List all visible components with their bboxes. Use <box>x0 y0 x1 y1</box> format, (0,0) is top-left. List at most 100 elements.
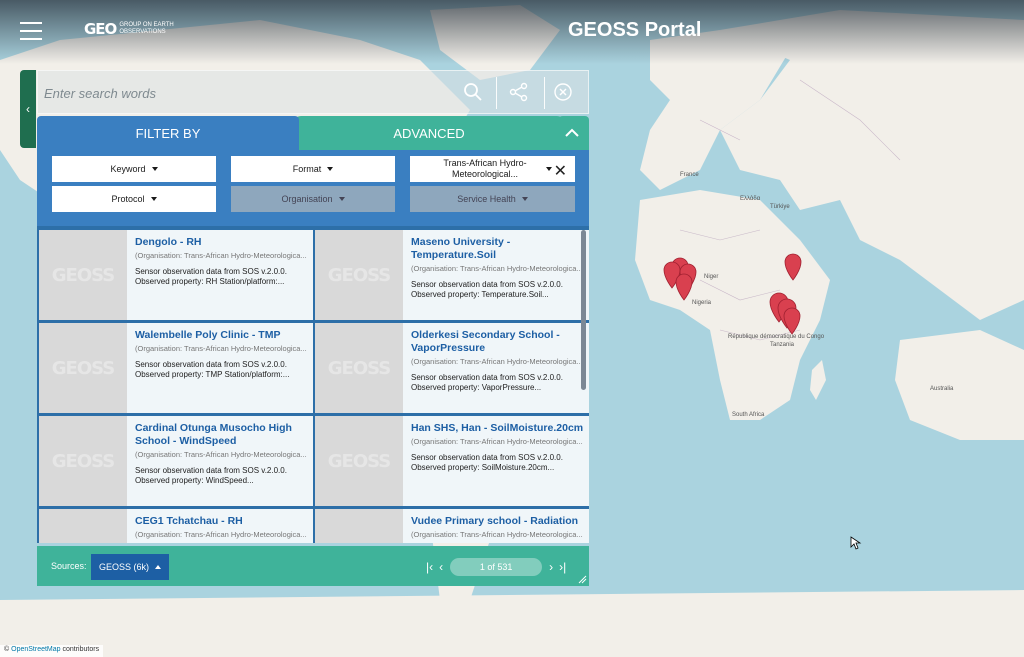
resize-handle-icon[interactable] <box>577 574 587 584</box>
result-organisation: (Organisation: Trans-African Hydro-Meteo… <box>135 251 307 260</box>
geo-logo[interactable]: GEO GROUP ON EARTH OBSERVATIONS <box>84 20 189 38</box>
result-desc-line: Observed property: TMP Station/platform:… <box>135 370 290 379</box>
keyword-filter[interactable]: Keyword <box>52 156 216 182</box>
result-title[interactable]: Dengolo - RH <box>135 236 309 249</box>
result-description: Sensor observation data from SOS v.2.0.0… <box>411 453 585 473</box>
organisation-selected-filter[interactable]: Trans-African Hydro-Meteorological... ✕ <box>410 156 575 182</box>
filter-controls: Keyword Format Trans-African Hydro-Meteo… <box>37 150 589 226</box>
caret-down-icon <box>150 197 157 201</box>
organisation-filter-label: Organisation <box>281 194 333 204</box>
result-card[interactable]: GEOSS Han SHS, Han - SoilMoisture.20cm (O… <box>315 416 589 506</box>
map-label-australia: Australia <box>930 386 954 392</box>
menu-icon[interactable] <box>20 22 42 40</box>
result-organisation: (Organisation: Trans-African Hydro-Meteo… <box>411 437 583 446</box>
result-thumbnail: GEOSS <box>39 509 127 543</box>
caret-down-icon <box>521 197 528 201</box>
separator <box>496 77 497 109</box>
result-desc-line: Sensor observation data from SOS v.2.0.0… <box>135 466 287 475</box>
search-icon[interactable] <box>462 81 484 103</box>
caret-down-icon <box>546 167 552 171</box>
result-desc-line: Sensor observation data from SOS v.2.0.0… <box>135 267 287 276</box>
result-card[interactable]: GEOSS Olderkesi Secondary School - Vapor… <box>315 323 589 413</box>
caret-down-icon <box>338 197 345 201</box>
caret-up-icon <box>155 565 161 569</box>
result-title[interactable]: CEG1 Tchatchau - RH <box>135 515 309 528</box>
map-label-drc: République démocratique du Congo <box>728 334 825 340</box>
protocol-filter[interactable]: Protocol <box>52 186 216 212</box>
result-organisation: (Organisation: Trans-African Hydro-Meteo… <box>411 264 583 273</box>
results-scrollbar[interactable] <box>581 230 586 390</box>
result-title[interactable]: Maseno University - Temperature.Soil <box>411 236 585 262</box>
result-description: Sensor observation data from SOS v.2.0.0… <box>135 360 309 380</box>
filter-tabs: ADVANCED FILTER BY <box>37 116 589 150</box>
result-thumbnail: GEOSS <box>315 509 403 543</box>
result-card[interactable]: GEOSS Walembelle Poly Clinic - TMP (Organ… <box>39 323 313 413</box>
last-page-icon[interactable]: ›| <box>559 560 566 574</box>
mouse-cursor-icon <box>850 536 862 550</box>
panel-collapse-tab[interactable]: ‹ <box>20 70 36 148</box>
clear-filter-icon[interactable]: ✕ <box>554 161 567 181</box>
result-desc-line: Sensor observation data from SOS v.2.0.0… <box>135 360 287 369</box>
sources-button[interactable]: GEOSS (6k) <box>91 554 169 580</box>
page-indicator: 1 of 531 <box>450 558 543 576</box>
result-organisation: (Organisation: Trans-African Hydro-Meteo… <box>135 530 307 539</box>
result-card[interactable]: GEOSS Maseno University - Temperature.So… <box>315 230 589 320</box>
format-filter[interactable]: Format <box>231 156 395 182</box>
map-attribution: © OpenStreetMap contributors <box>0 645 104 657</box>
tab-advanced[interactable]: ADVANCED <box>291 116 567 150</box>
map-label-niger: Niger <box>704 274 718 280</box>
result-thumbnail: GEOSS <box>315 230 403 320</box>
result-organisation: (Organisation: Trans-African Hydro-Meteo… <box>135 344 307 353</box>
result-card[interactable]: GEOSS Dengolo - RH (Organisation: Trans-A… <box>39 230 313 320</box>
first-page-icon[interactable]: |‹ <box>426 560 433 574</box>
tab-filter-by[interactable]: FILTER BY <box>37 116 299 150</box>
osm-link[interactable]: OpenStreetMap <box>11 646 60 653</box>
result-organisation: (Organisation: Trans-African Hydro-Meteo… <box>411 530 583 539</box>
next-page-icon[interactable]: › <box>549 560 553 574</box>
separator <box>544 77 545 109</box>
result-description: Sensor observation data from SOS v.2.0.0… <box>411 280 585 300</box>
result-desc-line: Sensor observation data from SOS v.2.0.0… <box>411 453 563 462</box>
results-footer: Sources: GEOSS (6k) |‹ ‹ 1 of 531 › ›| <box>37 546 589 586</box>
thumbnail-watermark: GEOSS <box>327 357 391 379</box>
map-label-south-africa: South Africa <box>732 412 765 418</box>
result-title[interactable]: Vudee Primary school - Radiation <box>411 515 585 528</box>
share-icon[interactable] <box>508 81 530 103</box>
close-circle-icon[interactable] <box>552 81 574 103</box>
result-description: Sensor observation data from SOS v.2.0.0… <box>135 267 309 287</box>
thumbnail-watermark: GEOSS <box>51 264 115 286</box>
result-card[interactable]: GEOSS CEG1 Tchatchau - RH (Organisation: … <box>39 509 313 543</box>
caret-down-icon <box>151 167 158 171</box>
collapse-filters-button[interactable] <box>555 116 589 150</box>
search-panel: ADVANCED FILTER BY Keyword Format Trans-… <box>37 70 589 588</box>
result-title[interactable]: Olderkesi Secondary School - VaporPressu… <box>411 329 585 355</box>
result-organisation: (Organisation: Trans-African Hydro-Meteo… <box>411 357 583 366</box>
result-title[interactable]: Cardinal Otunga Musocho High School - Wi… <box>135 422 309 448</box>
portal-title[interactable]: GEOSS Portal <box>568 19 701 42</box>
search-bar <box>37 70 589 114</box>
result-desc-line: Observed property: Temperature.Soil... <box>411 290 549 299</box>
result-desc-line: Observed property: WindSpeed... <box>135 476 254 485</box>
result-thumbnail: GEOSS <box>315 416 403 506</box>
top-bar: GEO GROUP ON EARTH OBSERVATIONS GEOSS Po… <box>0 0 1024 64</box>
protocol-filter-label: Protocol <box>111 194 145 204</box>
result-thumbnail: GEOSS <box>39 416 127 506</box>
sources-button-label: GEOSS (6k) <box>98 562 149 572</box>
result-card[interactable]: GEOSS Vudee Primary school - Radiation (O… <box>315 509 589 543</box>
result-card[interactable]: GEOSS Cardinal Otunga Musocho High Schoo… <box>39 416 313 506</box>
result-title[interactable]: Walembelle Poly Clinic - TMP <box>135 329 309 342</box>
search-input[interactable] <box>44 81 464 105</box>
result-description: Sensor observation data from SOS v.2.0.0… <box>135 466 309 486</box>
prev-page-icon[interactable]: ‹ <box>439 560 443 574</box>
caret-down-icon <box>327 167 334 171</box>
result-title[interactable]: Han SHS, Han - SoilMoisture.20cm <box>411 422 585 435</box>
chevron-left-icon: ‹ <box>26 102 30 116</box>
pagination: |‹ ‹ 1 of 531 › ›| <box>423 558 569 576</box>
organisation-filter[interactable]: Organisation <box>231 186 395 212</box>
map-label-france: France <box>680 172 699 178</box>
results-list[interactable]: GEOSS Dengolo - RH (Organisation: Trans-A… <box>37 226 589 543</box>
result-desc-line: Observed property: VaporPressure... <box>411 383 542 392</box>
result-desc-line: Observed property: RH Station/platform:.… <box>135 277 285 286</box>
result-organisation: (Organisation: Trans-African Hydro-Meteo… <box>135 450 307 459</box>
service-health-filter[interactable]: Service Health <box>410 186 575 212</box>
